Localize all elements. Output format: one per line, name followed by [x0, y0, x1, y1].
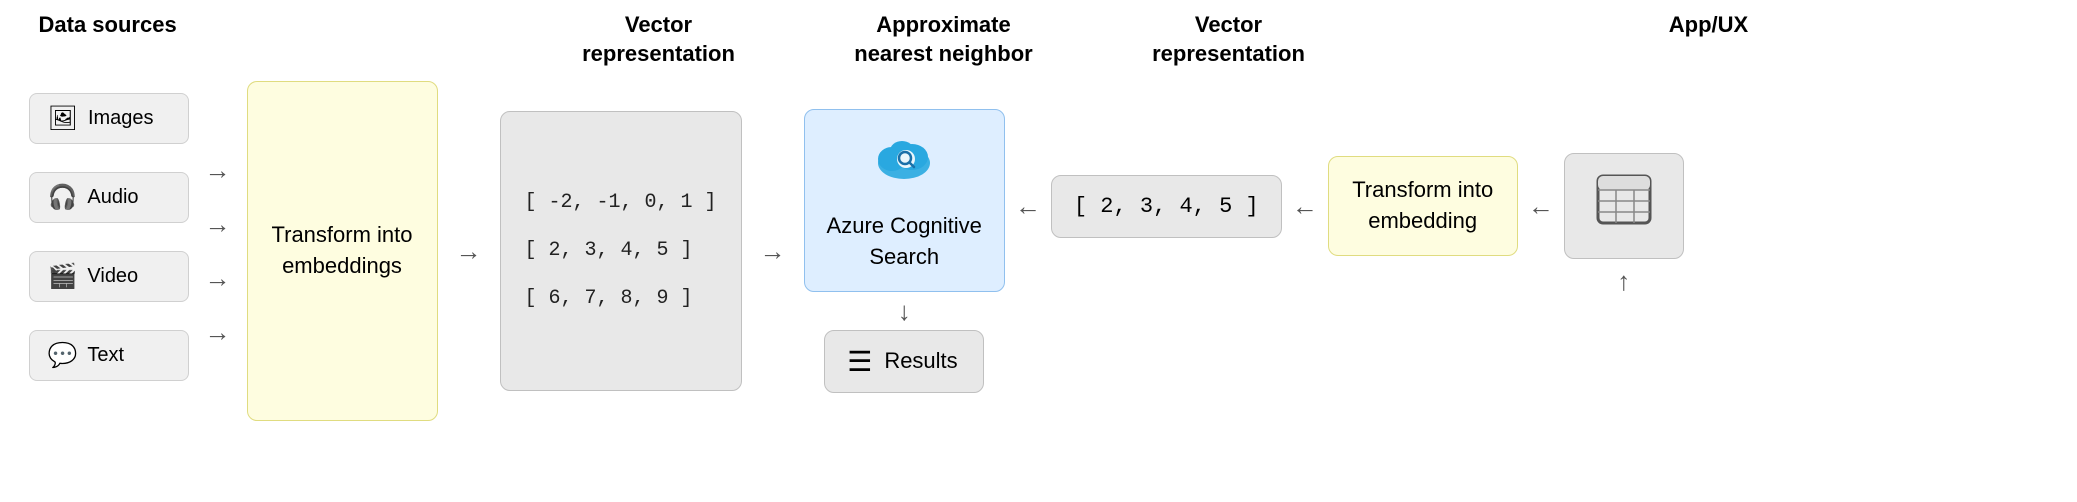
- results-label: Results: [884, 348, 957, 374]
- arrow-text: →: [197, 305, 239, 359]
- arrow-right-audio: →: [205, 209, 231, 240]
- source-item-text: 💬 Text: [29, 330, 189, 381]
- approx-nn-label: Approximatenearest neighbor: [854, 12, 1032, 66]
- vector-row-2: [ 2, 3, 4, 5 ]: [525, 236, 693, 266]
- arrow-right-text: →: [205, 317, 231, 348]
- titles-bar: Data sources Vectorrepresentation Approx…: [29, 11, 2049, 68]
- arrow-from-appux: ←: [1528, 191, 1554, 222]
- arrow-audio: →: [197, 197, 239, 251]
- images-icon: 🖼: [48, 104, 78, 133]
- arrow-from-vector2: ←: [1015, 191, 1041, 222]
- vector-rep2-title-container: Vectorrepresentation: [1119, 11, 1339, 68]
- video-icon: 🎬: [48, 262, 78, 291]
- down-arrow-icon: ↓: [898, 298, 911, 324]
- arrow-left-from-v2: ←: [1015, 191, 1041, 222]
- appux-box: [1564, 153, 1684, 259]
- source-row-text: 💬 Text: [29, 330, 189, 395]
- images-label: Images: [88, 107, 154, 130]
- vector-query-box: [ 2, 3, 4, 5 ]: [1051, 175, 1282, 238]
- content-bar: 🖼 Images 🎧 Audio 🎬 Video 💬 Tex: [29, 81, 2049, 421]
- transform-embeddings-label: Transform intoembeddings: [272, 220, 413, 282]
- vector-row-3: [ 6, 7, 8, 9 ]: [525, 284, 693, 314]
- transform-embedding-box: Transform intoembedding: [1328, 156, 1518, 256]
- results-box: ☰ Results: [824, 330, 984, 393]
- transform-embedding-label: Transform intoembedding: [1352, 175, 1493, 237]
- audio-label: Audio: [87, 186, 138, 209]
- vector-row-1: [ -2, -1, 0, 1 ]: [525, 188, 717, 218]
- results-list-icon: ☰: [847, 345, 872, 378]
- azure-cloud-icon: [874, 128, 934, 201]
- arrow-right-vector: →: [456, 236, 482, 267]
- approx-nn-title-container: Approximatenearest neighbor: [829, 11, 1059, 68]
- appux-svg: [1594, 172, 1654, 227]
- vector-rep1-title-container: Vectorrepresentation: [549, 11, 769, 68]
- vector-rep1-label: Vectorrepresentation: [582, 12, 735, 66]
- source-item-audio: 🎧 Audio: [29, 172, 189, 223]
- video-label: Video: [87, 265, 138, 288]
- source-row-video: 🎬 Video: [29, 251, 189, 316]
- azure-label: Azure CognitiveSearch: [827, 211, 982, 273]
- vector-rep2-label: Vectorrepresentation: [1152, 12, 1305, 66]
- arrow-right-video: →: [205, 263, 231, 294]
- data-sources-column: 🖼 Images 🎧 Audio 🎬 Video 💬 Tex: [29, 93, 189, 409]
- data-sources-section-title: Data sources: [29, 11, 259, 40]
- arrow-right-azure: →: [760, 236, 786, 267]
- arrow-left-transform2: ←: [1292, 191, 1318, 222]
- arrow-left-appux: ←: [1528, 191, 1554, 222]
- arrow-from-transform2: ←: [1292, 191, 1318, 222]
- appux-icon: [1594, 172, 1654, 240]
- text-label: Text: [87, 344, 124, 367]
- azure-cognitive-search-box: Azure CognitiveSearch: [804, 109, 1005, 291]
- text-icon: 💬: [48, 341, 78, 370]
- source-arrows-col: → → → →: [197, 143, 239, 359]
- transform-embeddings-box: Transform intoembeddings: [247, 81, 438, 421]
- arrow-right-images: →: [205, 155, 231, 186]
- azure-search-svg: [874, 131, 934, 181]
- vector-query-value: [ 2, 3, 4, 5 ]: [1074, 194, 1259, 219]
- appux-label: App/UX: [1669, 12, 1748, 37]
- appux-title-container: App/UX: [1629, 11, 1789, 40]
- arrow-video: →: [197, 251, 239, 305]
- appux-col: ↑: [1564, 153, 1684, 259]
- source-row-audio: 🎧 Audio: [29, 172, 189, 237]
- arrow-to-vector: →: [448, 236, 490, 267]
- diagram-container: Data sources Vectorrepresentation Approx…: [29, 11, 2049, 491]
- source-item-video: 🎬 Video: [29, 251, 189, 302]
- vector-representation-box: [ -2, -1, 0, 1 ] [ 2, 3, 4, 5 ] [ 6, 7, …: [500, 111, 742, 391]
- source-row-images: 🖼 Images: [29, 93, 189, 158]
- azure-results-col: Azure CognitiveSearch ↓ ☰ Results: [804, 109, 1005, 392]
- up-arrow-icon: ↑: [1617, 266, 1630, 296]
- arrow-down-results: ↓: [898, 292, 911, 330]
- data-sources-label: Data sources: [39, 12, 177, 37]
- arrow-to-azure: →: [752, 236, 794, 267]
- audio-icon: 🎧: [48, 183, 78, 212]
- up-arrow-results-appux: ↑: [1617, 266, 1630, 297]
- arrow-images: →: [197, 143, 239, 197]
- source-item-images: 🖼 Images: [29, 93, 189, 144]
